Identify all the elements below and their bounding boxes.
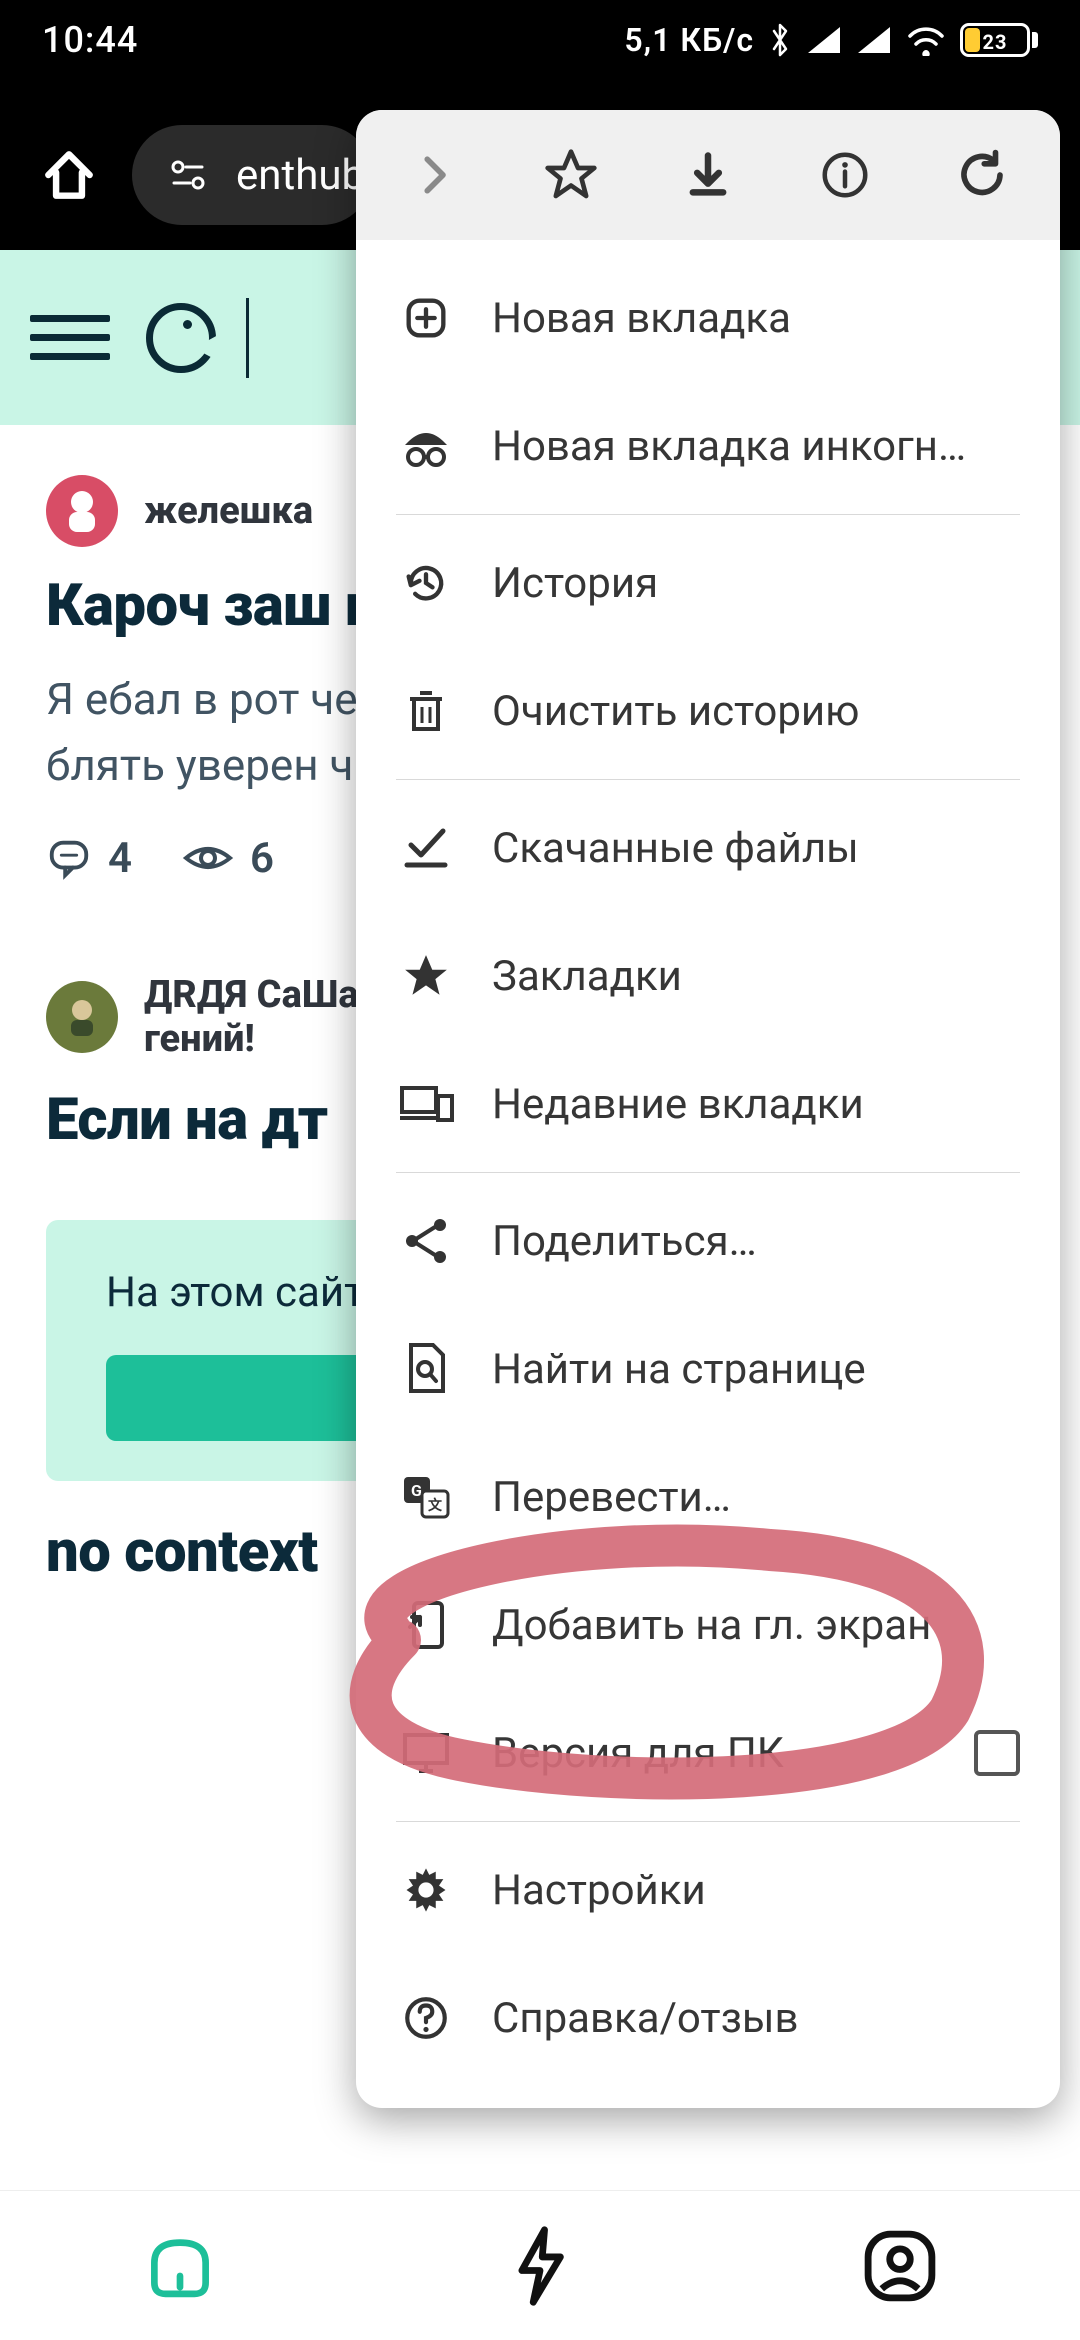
avatar[interactable] — [46, 981, 118, 1053]
menu-separator — [396, 779, 1020, 780]
views-value: 6 — [250, 834, 274, 883]
site-bottom-nav — [0, 2190, 1080, 2340]
menu-help[interactable]: Справка/отзыв — [356, 1954, 1060, 2082]
devices-icon — [396, 1074, 456, 1134]
desktop-icon — [396, 1723, 456, 1783]
post-author[interactable]: желешка — [144, 489, 313, 533]
menu-item-label: Найти на странице — [492, 1345, 1020, 1394]
battery-indicator: 23 — [960, 23, 1038, 57]
menu-recent-tabs[interactable]: Недавние вкладки — [356, 1040, 1060, 1168]
bookmark-star-button[interactable] — [526, 130, 616, 220]
site-logo[interactable] — [146, 298, 249, 378]
url-text: enthub — [236, 151, 365, 200]
bluetooth-icon — [768, 22, 792, 58]
menu-top-row — [356, 110, 1060, 240]
menu-new-tab[interactable]: Новая вкладка — [356, 254, 1060, 382]
menu-item-label: Справка/отзыв — [492, 1994, 1020, 2043]
share-icon — [396, 1211, 456, 1271]
star-filled-icon — [396, 946, 456, 1006]
post-author[interactable]: ДRДЯ СаШа гений! — [144, 973, 359, 1061]
menu-item-label: Перевести… — [492, 1473, 1020, 1522]
trash-icon — [396, 681, 456, 741]
new-tab-icon — [396, 288, 456, 348]
menu-translate[interactable]: G文 Перевести… — [356, 1433, 1060, 1561]
menu-item-label: Закладки — [492, 952, 1020, 1001]
find-in-page-icon — [396, 1339, 456, 1399]
translate-icon: G文 — [396, 1467, 456, 1527]
status-bar: 10:44 5,1 КБ/с 23 — [0, 0, 1080, 80]
nav-bolt-icon[interactable] — [495, 2221, 585, 2311]
menu-item-label: Недавние вкладки — [492, 1080, 1020, 1129]
menu-item-label: Версия для ПК — [492, 1729, 938, 1778]
menu-item-label: Настройки — [492, 1866, 1020, 1915]
status-right: 5,1 КБ/с 23 — [624, 21, 1038, 59]
menu-item-label: Поделиться… — [492, 1217, 1020, 1266]
site-settings-icon[interactable] — [168, 155, 208, 195]
nav-profile-icon[interactable] — [855, 2221, 945, 2311]
menu-item-label: Добавить на гл. экран — [492, 1601, 1020, 1650]
browser-overflow-menu: Новая вкладка Новая вкладка инкогн… Исто… — [356, 110, 1060, 2108]
history-icon — [396, 553, 456, 613]
home-button[interactable] — [30, 136, 108, 214]
page-info-button[interactable] — [800, 130, 890, 220]
menu-separator — [396, 1172, 1020, 1173]
forward-button[interactable] — [389, 130, 479, 220]
url-bar[interactable]: enthub — [132, 125, 372, 225]
menu-item-label: Новая вкладка инкогн… — [492, 422, 1020, 471]
hamburger-menu-button[interactable] — [30, 298, 110, 378]
nav-home-icon[interactable] — [135, 2221, 225, 2311]
svg-text:G: G — [411, 1481, 422, 1500]
menu-incognito-tab[interactable]: Новая вкладка инкогн… — [356, 382, 1060, 510]
signal-icon-2 — [856, 25, 892, 55]
menu-item-label: Очистить историю — [492, 687, 1020, 736]
author-line-2: гений! — [144, 1017, 255, 1061]
wifi-icon — [906, 24, 946, 56]
menu-item-label: Новая вкладка — [492, 294, 1020, 343]
gear-icon — [396, 1860, 456, 1920]
reload-button[interactable] — [937, 130, 1027, 220]
menu-desktop-site[interactable]: Версия для ПК — [356, 1689, 1060, 1817]
menu-separator — [396, 514, 1020, 515]
add-to-homescreen-icon — [396, 1595, 456, 1655]
menu-downloads[interactable]: Скачанные файлы — [356, 784, 1060, 912]
menu-find-in-page[interactable]: Найти на странице — [356, 1305, 1060, 1433]
menu-separator — [396, 1821, 1020, 1822]
status-time: 10:44 — [42, 19, 138, 61]
views-count: 6 — [182, 834, 274, 883]
battery-percent: 23 — [963, 30, 1027, 54]
help-icon — [396, 1988, 456, 2048]
comments-count[interactable]: 4 — [46, 834, 132, 883]
menu-share[interactable]: Поделиться… — [356, 1177, 1060, 1305]
menu-item-label: История — [492, 559, 1020, 608]
avatar[interactable] — [46, 475, 118, 547]
incognito-icon — [396, 416, 456, 476]
desktop-site-checkbox[interactable] — [974, 1730, 1020, 1776]
signal-icon — [806, 25, 842, 55]
network-speed: 5,1 КБ/с — [624, 21, 754, 59]
menu-clear-history[interactable]: Очистить историю — [356, 647, 1060, 775]
menu-bookmarks[interactable]: Закладки — [356, 912, 1060, 1040]
menu-settings[interactable]: Настройки — [356, 1826, 1060, 1954]
author-line-1: ДRДЯ СаШа — [144, 973, 359, 1017]
menu-history[interactable]: История — [356, 519, 1060, 647]
menu-item-label: Скачанные файлы — [492, 824, 1020, 873]
svg-text:文: 文 — [428, 1497, 443, 1514]
check-underline-icon — [396, 818, 456, 878]
download-button[interactable] — [663, 130, 753, 220]
menu-add-to-homescreen[interactable]: Добавить на гл. экран — [356, 1561, 1060, 1689]
comments-value: 4 — [108, 834, 132, 883]
